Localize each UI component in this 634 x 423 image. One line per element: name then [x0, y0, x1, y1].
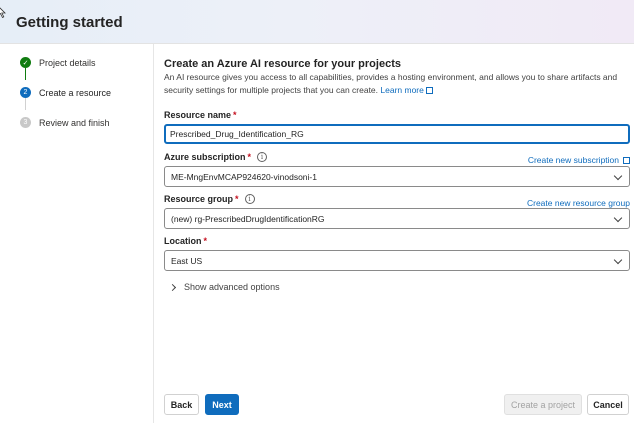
chevron-right-icon: [168, 283, 177, 291]
select-value: East US: [171, 255, 203, 266]
learn-more-label: Learn more: [380, 84, 424, 95]
resource-group-select[interactable]: (new) rg-PrescribedDrugIdentificationRG: [164, 208, 630, 229]
step-project-details[interactable]: ✓ Project details: [20, 57, 96, 68]
back-button[interactable]: Back: [164, 394, 199, 415]
learn-more-link[interactable]: Learn more: [380, 84, 433, 95]
required-marker: *: [247, 152, 252, 162]
chevron-down-icon: [613, 213, 623, 223]
location-select[interactable]: East US: [164, 250, 630, 271]
create-subscription-link[interactable]: Create new subscription: [528, 155, 630, 165]
select-value: (new) rg-PrescribedDrugIdentificationRG: [171, 213, 325, 224]
section-description: An AI resource gives you access to all c…: [164, 71, 630, 96]
resource-group-label: Resource group * i: [164, 194, 255, 204]
show-advanced-options-toggle[interactable]: Show advanced options: [168, 282, 280, 292]
step-label: Create a resource: [39, 87, 112, 98]
field-label-text: Location: [164, 236, 202, 246]
mouse-cursor-icon: [0, 7, 6, 18]
info-icon[interactable]: i: [244, 194, 255, 204]
step-review-finish[interactable]: 3 Review and finish: [20, 117, 110, 128]
input-value: Prescribed_Drug_Identification_RG: [170, 129, 304, 139]
section-title: Create an Azure AI resource for your pro…: [164, 58, 401, 70]
step-label: Review and finish: [39, 117, 110, 128]
step-create-resource[interactable]: 2 Create a resource: [20, 87, 111, 98]
select-value: ME-MngEnvMCAP924620-vinodsoni-1: [171, 171, 317, 182]
page-header: Getting started: [0, 0, 634, 44]
required-marker: *: [203, 236, 208, 246]
info-icon[interactable]: i: [257, 152, 268, 162]
external-link-icon: [425, 86, 433, 94]
subscription-select[interactable]: ME-MngEnvMCAP924620-vinodsoni-1: [164, 166, 630, 187]
step-number: 2: [20, 87, 31, 98]
create-project-button[interactable]: Create a project: [504, 394, 582, 415]
advanced-label: Show advanced options: [184, 282, 280, 292]
external-link-icon: [623, 156, 630, 164]
link-label: Create new subscription: [527, 155, 619, 165]
next-button[interactable]: Next: [205, 394, 239, 415]
step-label: Project details: [39, 57, 96, 68]
field-label-text: Azure subscription: [164, 152, 246, 162]
step-connector: [25, 98, 26, 110]
location-label: Location *: [164, 236, 207, 246]
step-number: 3: [20, 117, 31, 128]
link-label: Create new resource group: [526, 198, 630, 208]
required-marker: *: [233, 110, 237, 120]
resource-name-label: Resource name *: [164, 110, 237, 120]
field-label-text: Resource group: [164, 194, 234, 204]
resource-name-input[interactable]: Prescribed_Drug_Identification_RG: [164, 124, 630, 144]
wizard-steps: ✓ Project details 2 Create a resource 3 …: [0, 44, 154, 423]
field-label-text: Resource name: [164, 110, 232, 120]
subscription-label: Azure subscription * i: [164, 152, 268, 162]
step-connector: [25, 68, 26, 80]
page-title: Getting started: [16, 14, 123, 31]
chevron-down-icon: [613, 171, 623, 181]
chevron-down-icon: [613, 255, 623, 265]
cancel-button[interactable]: Cancel: [587, 394, 629, 415]
checkmark-icon: ✓: [20, 57, 31, 68]
required-marker: *: [235, 194, 239, 204]
create-resource-group-link[interactable]: Create new resource group: [527, 198, 630, 208]
